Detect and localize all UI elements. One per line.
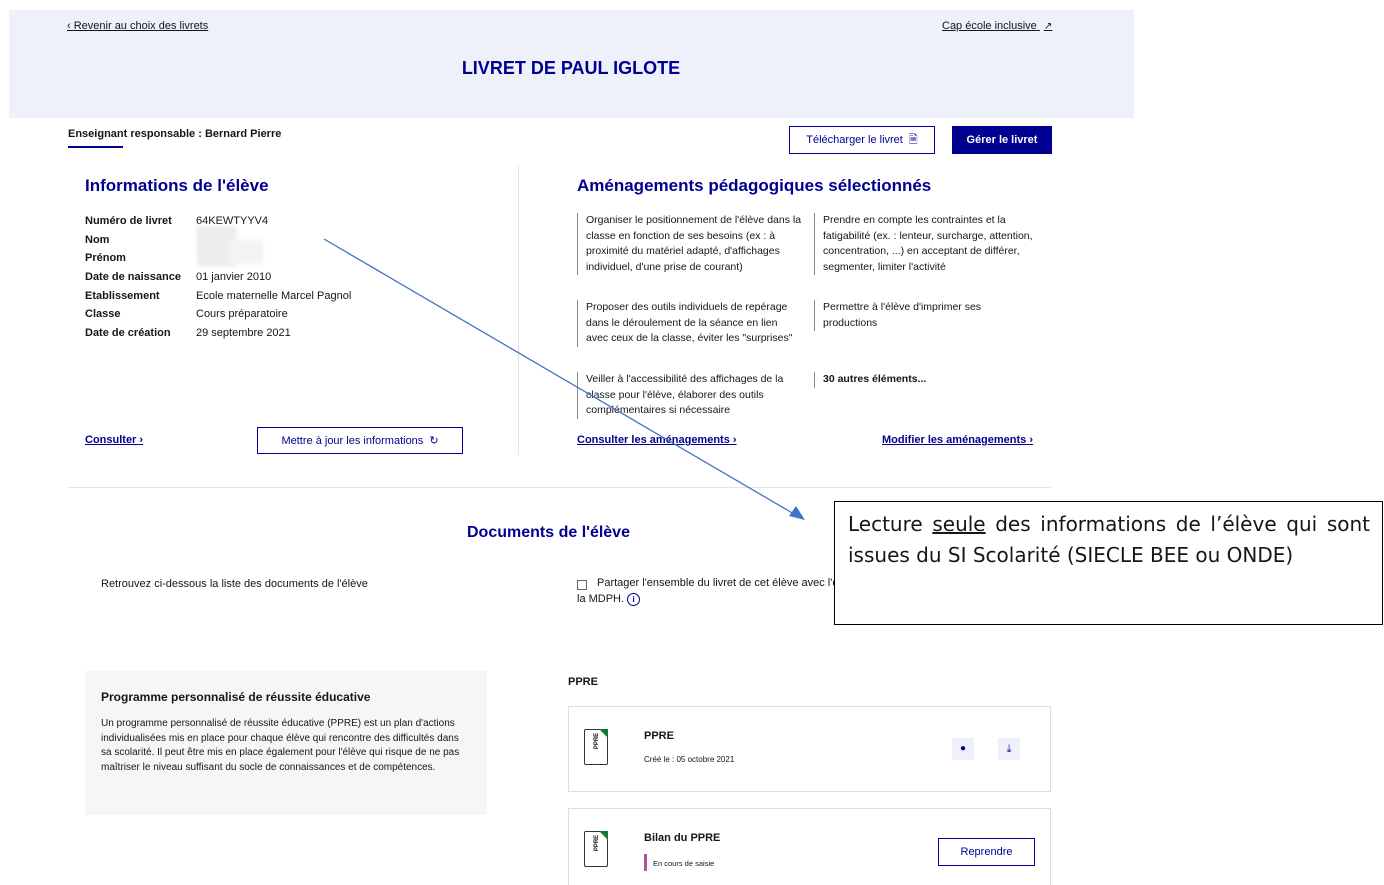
arrow-line [323, 238, 795, 515]
callout-text: Lecture seule des informations de l’élèv… [848, 512, 1370, 567]
annotation-arrow [323, 238, 805, 520]
arrow-head [789, 506, 805, 520]
